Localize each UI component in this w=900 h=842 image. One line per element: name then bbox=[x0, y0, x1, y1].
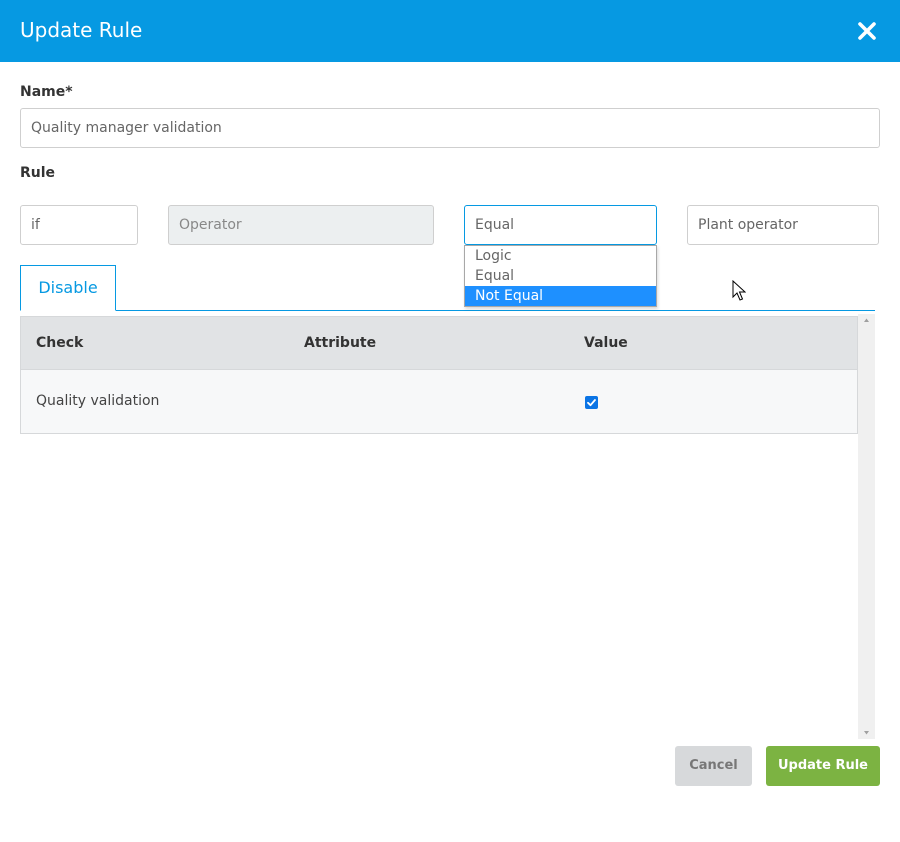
tabs-divider bbox=[20, 310, 875, 311]
dropdown-option-equal[interactable]: Equal bbox=[465, 266, 656, 286]
name-label: Name* bbox=[20, 84, 73, 100]
close-icon[interactable] bbox=[856, 20, 878, 42]
scroll-up-arrow-icon[interactable] bbox=[858, 314, 875, 326]
tab-disable[interactable]: Disable bbox=[20, 265, 116, 311]
operator-field: Operator bbox=[168, 205, 434, 245]
comparison-select[interactable]: Equal bbox=[464, 205, 657, 245]
rule-label: Rule bbox=[20, 165, 56, 181]
column-header-check[interactable]: Check bbox=[36, 317, 83, 369]
condition-input[interactable]: if bbox=[20, 205, 138, 245]
name-input[interactable]: Quality manager validation bbox=[20, 108, 880, 148]
dialog-title: Update Rule bbox=[20, 18, 143, 42]
dropdown-option-not-equal[interactable]: Not Equal bbox=[465, 286, 656, 306]
comparison-dropdown-list: Logic Equal Not Equal bbox=[464, 245, 657, 307]
target-input[interactable]: Plant operator bbox=[687, 205, 879, 245]
update-rule-button[interactable]: Update Rule bbox=[766, 746, 880, 786]
column-header-value[interactable]: Value bbox=[584, 317, 628, 369]
dropdown-option-logic[interactable]: Logic bbox=[465, 246, 656, 266]
check-cell: Quality validation bbox=[36, 393, 160, 409]
cancel-button[interactable]: Cancel bbox=[675, 746, 752, 786]
table-header: Check Attribute Value bbox=[20, 316, 858, 370]
update-rule-dialog: Update Rule Name* Quality manager valida… bbox=[0, 0, 900, 842]
table-scrollbar[interactable] bbox=[858, 314, 875, 739]
column-header-attribute[interactable]: Attribute bbox=[304, 317, 376, 369]
scroll-down-arrow-icon[interactable] bbox=[858, 727, 875, 739]
value-checkbox[interactable] bbox=[585, 396, 598, 409]
table-row: Quality validation bbox=[20, 370, 858, 434]
mouse-cursor-icon bbox=[732, 280, 746, 301]
dialog-header: Update Rule bbox=[0, 0, 900, 62]
rule-table: Check Attribute Value Quality validation bbox=[20, 316, 858, 434]
